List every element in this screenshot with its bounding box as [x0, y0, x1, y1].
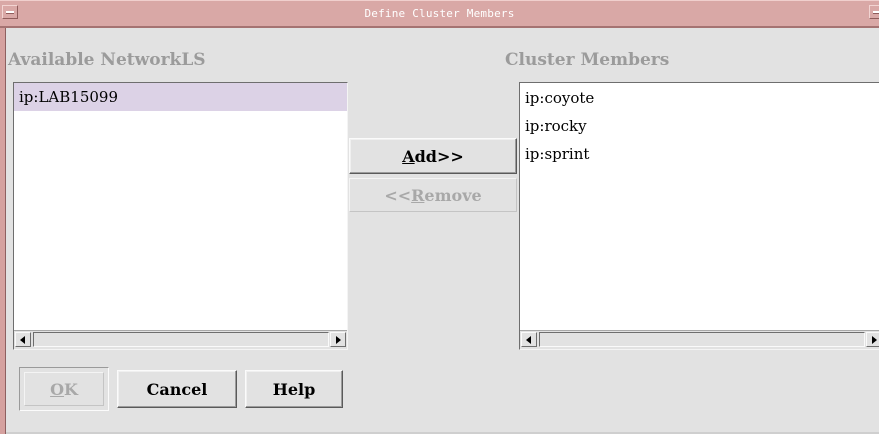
scroll-right-icon[interactable] — [866, 332, 879, 347]
window-title: Define Cluster Members — [364, 7, 515, 20]
available-horizontal-scrollbar[interactable] — [14, 330, 347, 349]
window-minimize-icon[interactable] — [869, 5, 879, 19]
window-frame-left — [0, 0, 6, 434]
available-list[interactable]: ip:LAB15099 — [13, 82, 348, 350]
remove-button[interactable]: <<Remove — [349, 178, 517, 212]
members-heading: Cluster Members — [505, 50, 670, 70]
list-item[interactable]: ip:coyote — [520, 84, 879, 112]
help-button[interactable]: Help — [245, 370, 343, 408]
ok-button[interactable]: OK — [24, 372, 104, 406]
cancel-button[interactable]: Cancel — [117, 370, 237, 408]
add-button[interactable]: Add>> — [349, 138, 517, 174]
members-horizontal-scrollbar[interactable] — [520, 330, 879, 349]
available-heading: Available NetworkLS — [8, 50, 206, 70]
list-item[interactable]: ip:sprint — [520, 140, 879, 168]
scroll-thumb[interactable] — [33, 332, 329, 347]
list-item[interactable]: ip:rocky — [520, 112, 879, 140]
members-list[interactable]: ip:coyote ip:rocky ip:sprint — [519, 82, 879, 350]
scroll-left-icon[interactable] — [15, 332, 31, 347]
scroll-left-icon[interactable] — [521, 332, 537, 347]
title-bar[interactable]: Define Cluster Members — [0, 0, 879, 28]
scroll-right-icon[interactable] — [330, 332, 346, 347]
scroll-thumb[interactable] — [539, 332, 865, 347]
list-item[interactable]: ip:LAB15099 — [14, 83, 347, 111]
